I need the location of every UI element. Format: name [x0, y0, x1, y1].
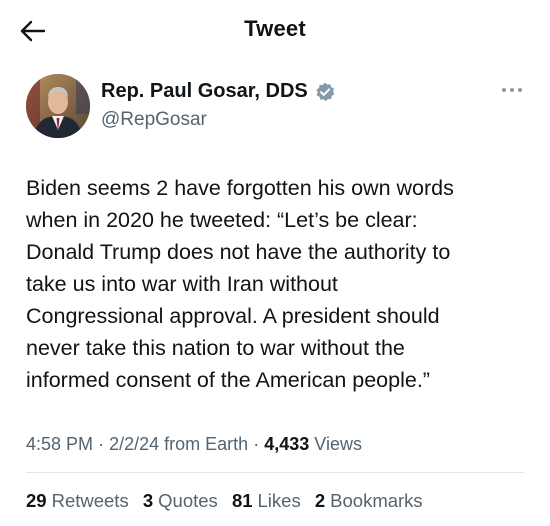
meta-separator: ·: [253, 434, 260, 454]
avatar[interactable]: [26, 74, 90, 138]
bookmarks-label: Bookmarks: [330, 490, 423, 511]
tweet-meta: 4:58 PM · 2/2/24 from Earth · 4,433 View…: [26, 434, 362, 455]
engagement-stats: 29 Retweets 3 Quotes 81 Likes 2 Bookmarks: [26, 490, 432, 512]
quotes-count: 3: [142, 490, 154, 511]
author-display-name[interactable]: Rep. Paul Gosar, DDS: [101, 80, 308, 103]
tweet-date[interactable]: 2/2/24: [109, 434, 159, 454]
quotes-stat[interactable]: 3 Quotes: [143, 490, 218, 512]
tweet-line: never take this nation to war without th…: [26, 336, 405, 360]
retweets-label: Retweets: [51, 490, 129, 511]
verified-badge-icon: [316, 82, 335, 101]
tweet-line: Congressional approval. A president shou…: [26, 304, 440, 328]
tweet-line: when in 2020 he tweeted: “Let’s be clear…: [26, 208, 418, 232]
likes-label: Likes: [257, 490, 301, 511]
more-horizontal-icon[interactable]: [500, 82, 524, 98]
tweet-time[interactable]: 4:58 PM: [26, 434, 93, 454]
views-count: 4,433: [264, 434, 310, 454]
bookmarks-stat[interactable]: 2 Bookmarks: [315, 490, 423, 512]
top-bar: Tweet: [0, 0, 550, 60]
tweet-source: from Earth: [164, 434, 249, 454]
views-label: Views: [314, 434, 362, 454]
author-name-row: Rep. Paul Gosar, DDS: [101, 80, 336, 103]
retweets-stat[interactable]: 29 Retweets: [26, 490, 129, 512]
tweet-line: Donald Trump does not have the authority…: [26, 240, 451, 264]
likes-stat[interactable]: 81 Likes: [232, 490, 301, 512]
likes-count: 81: [231, 490, 253, 511]
tweet-line: Biden seems 2 have forgotten his own wor…: [26, 176, 454, 200]
page-title: Tweet: [244, 16, 306, 41]
tweet-text: Biden seems 2 have forgotten his own wor…: [26, 172, 526, 396]
meta-separator: ·: [98, 434, 105, 454]
quotes-label: Quotes: [158, 490, 218, 511]
author-handle[interactable]: @RepGosar: [101, 109, 207, 131]
divider: [26, 472, 524, 473]
tweet-line: informed consent of the American people.…: [26, 368, 430, 392]
retweets-count: 29: [26, 490, 47, 511]
tweet-line: take us into war with Iran without: [26, 272, 338, 296]
avatar-photo: [26, 74, 90, 138]
bookmarks-count: 2: [314, 490, 326, 511]
